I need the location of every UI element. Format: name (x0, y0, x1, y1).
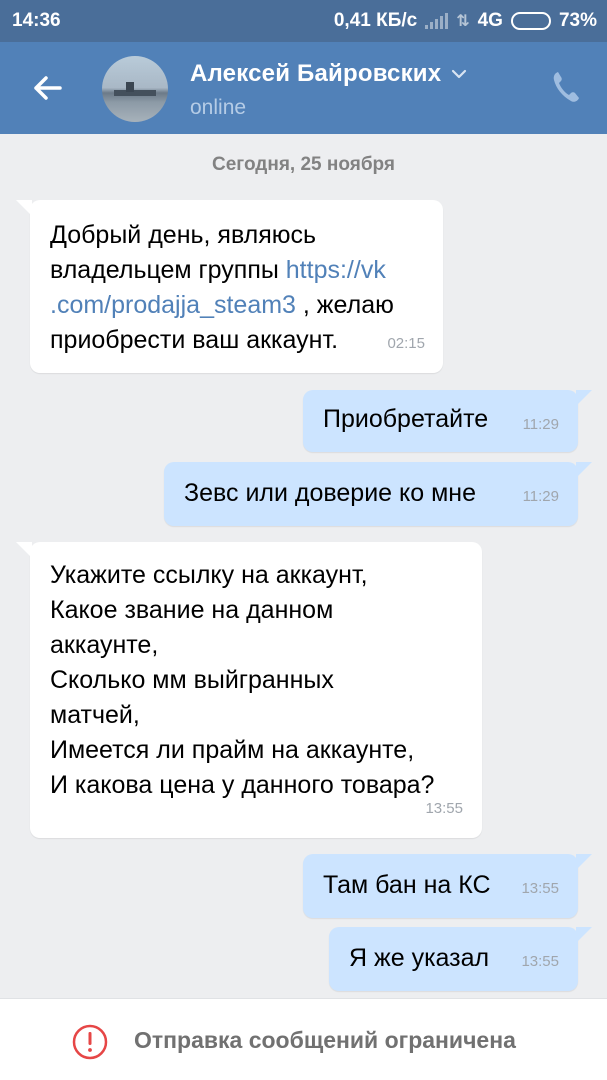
status-indicators: 0,41 КБ/с ⇅ 4G 73% (334, 10, 597, 32)
data-transfer-icon: ⇅ (456, 13, 470, 30)
messaging-restricted-bar: Отправка сообщений ограничена (0, 998, 607, 1080)
arrow-left-icon (34, 76, 62, 100)
message-outgoing[interactable]: Там бан на КС 13:55 (303, 854, 592, 918)
status-bar: 14:36 0,41 КБ/с ⇅ 4G 73% (0, 0, 607, 42)
message-text: Я же указал (349, 944, 490, 972)
message-time: 13:55 (521, 953, 559, 970)
message-time: 11:29 (522, 416, 559, 433)
message-time: 13:55 (425, 800, 463, 817)
message-outgoing[interactable]: Приобретайте 11:29 (303, 390, 592, 452)
chevron-down-icon (452, 69, 467, 79)
warning-icon (72, 1024, 108, 1060)
message-incoming[interactable]: Укажите ссылку на аккаунт, Какое звание … (16, 542, 482, 838)
status-time: 14:36 (12, 10, 61, 31)
date-divider: Сегодня, 25 ноября (212, 154, 395, 175)
message-time: 13:55 (521, 880, 559, 897)
call-button[interactable] (551, 70, 581, 104)
contact-name-label: Алексей Байровских (190, 60, 442, 87)
message-outgoing[interactable]: Я же указал 13:55 (329, 927, 592, 991)
back-button[interactable] (28, 68, 68, 108)
restriction-text: Отправка сообщений ограничена (134, 1027, 516, 1053)
message-text: Там бан на КС (323, 871, 491, 899)
battery-icon (510, 12, 551, 30)
message-incoming[interactable]: Добрый день, являюсь владельцем группы h… (16, 200, 443, 373)
battery-percent: 73% (558, 10, 597, 31)
message-text-part: Добрый день, являюсь владельцем группы (50, 221, 317, 284)
message-text: Добрый день, являюсь владельцем группы h… (50, 218, 425, 358)
network-type: 4G (477, 10, 503, 31)
contact-status: online (190, 96, 247, 119)
chat-header: Алексей Байровских online (0, 42, 607, 134)
message-text: Приобретайте (323, 405, 489, 433)
message-text: Укажите ссылку на аккаунт, Какое звание … (50, 561, 435, 799)
message-text: Зевс или доверие ко мне (184, 479, 476, 507)
phone-icon (553, 72, 579, 102)
message-time: 02:15 (387, 335, 425, 352)
contact-name[interactable]: Алексей Байровских (190, 60, 467, 88)
message-time: 11:29 (522, 488, 559, 505)
network-speed: 0,41 КБ/с (333, 10, 418, 31)
signal-icon (425, 13, 449, 29)
message-outgoing[interactable]: Зевс или доверие ко мне 11:29 (164, 462, 592, 526)
avatar[interactable] (102, 56, 168, 122)
